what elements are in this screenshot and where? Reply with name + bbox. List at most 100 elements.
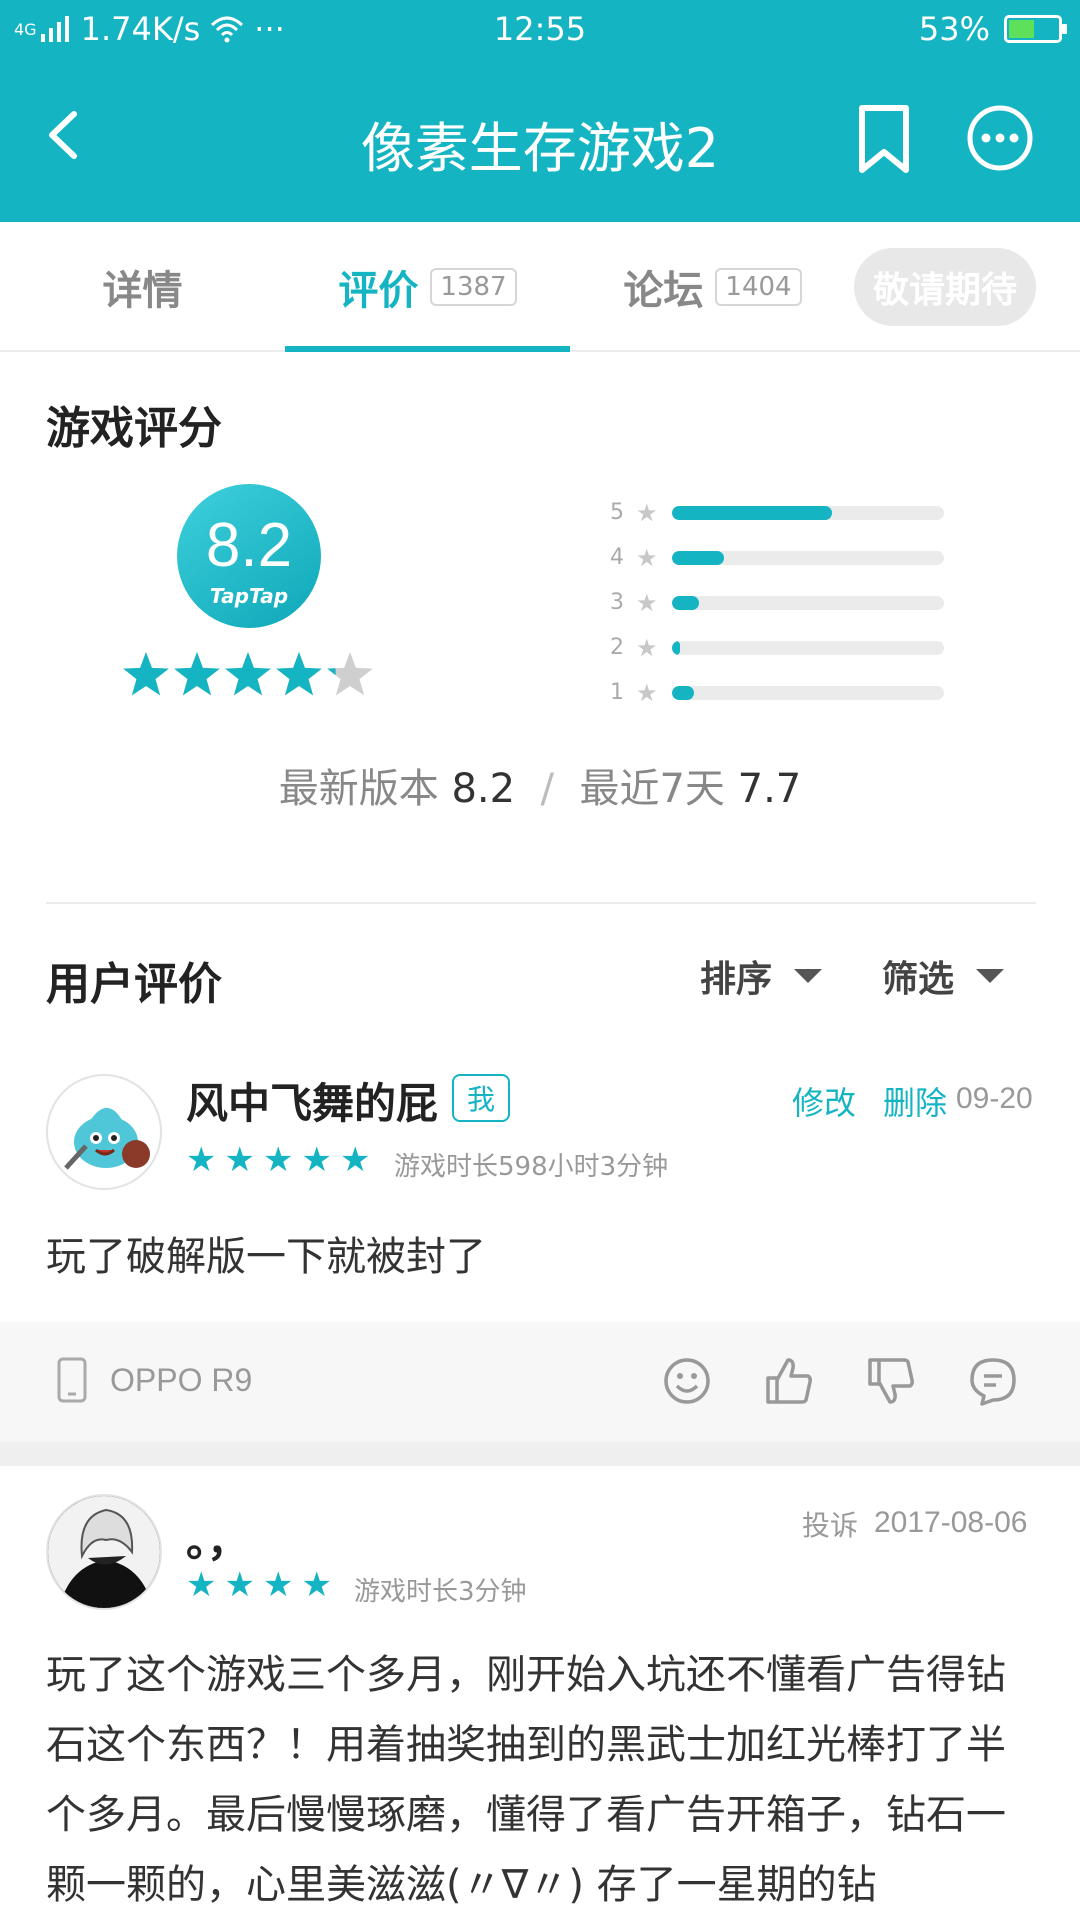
review-action-bar: OPPO R9 <box>0 1322 1080 1442</box>
chevron-down-icon <box>794 969 823 983</box>
review-playtime: 游戏时长598小时3分钟 <box>394 1152 669 1182</box>
more-options-icon[interactable] <box>966 104 1034 172</box>
report-link[interactable]: 投诉 <box>802 1504 858 1544</box>
recent-days-label: 最近7天 <box>579 766 725 812</box>
star-level-label: 2 <box>610 635 624 660</box>
device-name: OPPO R9 <box>110 1361 253 1398</box>
star-icon: ★ <box>636 633 658 662</box>
tab-forum[interactable]: 论坛 1404 <box>570 222 855 352</box>
distribution-fill <box>672 505 833 520</box>
distribution-track <box>672 505 944 520</box>
score-value: 8.2 <box>205 511 293 580</box>
tab-label: 论坛 <box>623 268 704 314</box>
review-username[interactable]: 风中飞舞的屁 <box>186 1070 438 1131</box>
tab-active-indicator <box>285 346 570 352</box>
distribution-row: 4 ★ <box>610 535 960 580</box>
device-info: OPPO R9 <box>56 1356 252 1404</box>
latest-version-score: 8.2 <box>451 766 516 812</box>
review-username[interactable]: 。， <box>186 1508 249 1569</box>
thumbs-down-icon[interactable] <box>866 1356 916 1406</box>
star-fill <box>123 652 169 696</box>
status-bar: 4G 1.74K/s ··· 12:55 53% <box>0 0 1080 58</box>
star-icon: ★ <box>301 1565 332 1605</box>
review-stars: ★ ★ ★ ★ ★ <box>186 1143 370 1177</box>
star-icon: ★ <box>636 588 658 617</box>
review-date: 2017-08-06 <box>874 1506 1028 1539</box>
review-date: 09-20 <box>956 1082 1033 1115</box>
distribution-track <box>672 550 944 565</box>
delete-link[interactable]: 删除 <box>883 1078 947 1124</box>
filter-label: 筛选 <box>882 959 955 1000</box>
thumbs-up-icon[interactable] <box>764 1356 814 1406</box>
star-fill <box>225 652 271 696</box>
star-icon: ★ <box>186 1140 217 1180</box>
phone-icon <box>57 1357 87 1403</box>
tab-reviews[interactable]: 评价 1387 <box>285 222 570 352</box>
review-playtime: 游戏时长3分钟 <box>354 1577 527 1607</box>
distribution-row: 3 ★ <box>610 580 960 625</box>
tab-label: 评价 <box>338 268 419 314</box>
distribution-fill <box>672 595 700 610</box>
star-icon: ★ <box>262 1140 294 1180</box>
tab-details[interactable]: 详情 <box>0 222 285 352</box>
distribution-fill <box>672 640 681 655</box>
star-icon: ★ <box>224 1140 255 1180</box>
avatar[interactable] <box>46 1494 162 1610</box>
review-text: 玩了这个游戏三个多月，刚开始入坑还不懂看广告得钻石这个东西？！用着抽奖抽到的黑武… <box>46 1652 1006 1908</box>
edit-link[interactable]: 修改 <box>792 1078 856 1124</box>
star-level-label: 5 <box>610 500 624 525</box>
star-icon: ★ <box>301 1140 332 1180</box>
sort-label: 排序 <box>700 959 773 1000</box>
divider <box>46 902 1036 904</box>
distribution-track <box>672 595 944 610</box>
me-badge: 我 <box>452 1074 510 1122</box>
recent-days-score: 7.7 <box>737 766 802 812</box>
rating-section-title: 游戏评分 <box>46 403 222 454</box>
page-title: 像素生存游戏2 <box>360 117 720 180</box>
sort-button[interactable]: 排序 <box>700 950 823 1002</box>
comment-icon[interactable] <box>968 1356 1018 1406</box>
rating-stars <box>123 652 373 696</box>
tab-bar: 详情 评价 1387 论坛 1404 敬请期待 <box>0 222 1080 352</box>
user-reviews-title: 用户评价 <box>46 959 222 1010</box>
chevron-down-icon <box>976 969 1005 983</box>
avatar[interactable] <box>46 1074 162 1190</box>
star-icon: ★ <box>186 1565 217 1605</box>
distribution-fill <box>672 550 724 565</box>
bookmark-icon[interactable] <box>852 102 916 176</box>
star-level-label: 4 <box>610 545 624 570</box>
distribution-fill <box>672 685 694 700</box>
star-icon: ★ <box>636 543 658 572</box>
star-icon: ★ <box>262 1565 294 1605</box>
distribution-track <box>672 685 944 700</box>
section-gap <box>0 1442 1080 1466</box>
anime-avatar-icon <box>48 1496 160 1608</box>
tab-count: 1387 <box>430 268 517 306</box>
review-text: 玩了破解版一下就被封了 <box>46 1234 486 1280</box>
battery-percent: 53% <box>918 10 990 48</box>
smile-icon[interactable] <box>662 1356 712 1406</box>
version-score-line: 最新版本 8.2 / 最近7天 7.7 <box>0 756 1080 814</box>
star-level-label: 1 <box>610 680 624 705</box>
score-badge: 8.2 TapTap <box>177 484 321 628</box>
star-icon: ★ <box>636 498 658 527</box>
star-fill <box>174 652 220 696</box>
star-icon: ★ <box>224 1565 255 1605</box>
follow-button[interactable]: 敬请期待 <box>854 248 1036 326</box>
distribution-track <box>672 640 944 655</box>
battery-icon <box>1004 15 1067 43</box>
tab-count: 1404 <box>715 268 802 306</box>
slime-avatar-icon <box>64 1107 150 1170</box>
brand-label: TapTap <box>209 584 289 608</box>
latest-version-label: 最新版本 <box>278 766 439 812</box>
star-icon: ★ <box>636 678 658 707</box>
tab-label: 详情 <box>102 268 183 314</box>
review-stars: ★ ★ ★ ★ <box>186 1568 332 1602</box>
filter-button[interactable]: 筛选 <box>882 950 1005 1002</box>
distribution-row: 2 ★ <box>610 625 960 670</box>
star-fill <box>276 652 322 696</box>
score-separator: / <box>540 766 555 812</box>
app-header: 4G 1.74K/s ··· 12:55 53% 像素生存游戏2 <box>0 0 1080 222</box>
rating-distribution: 5 ★ 4 ★ 3 ★ 2 ★ 1 ★ <box>610 490 960 715</box>
distribution-row: 5 ★ <box>610 490 960 535</box>
